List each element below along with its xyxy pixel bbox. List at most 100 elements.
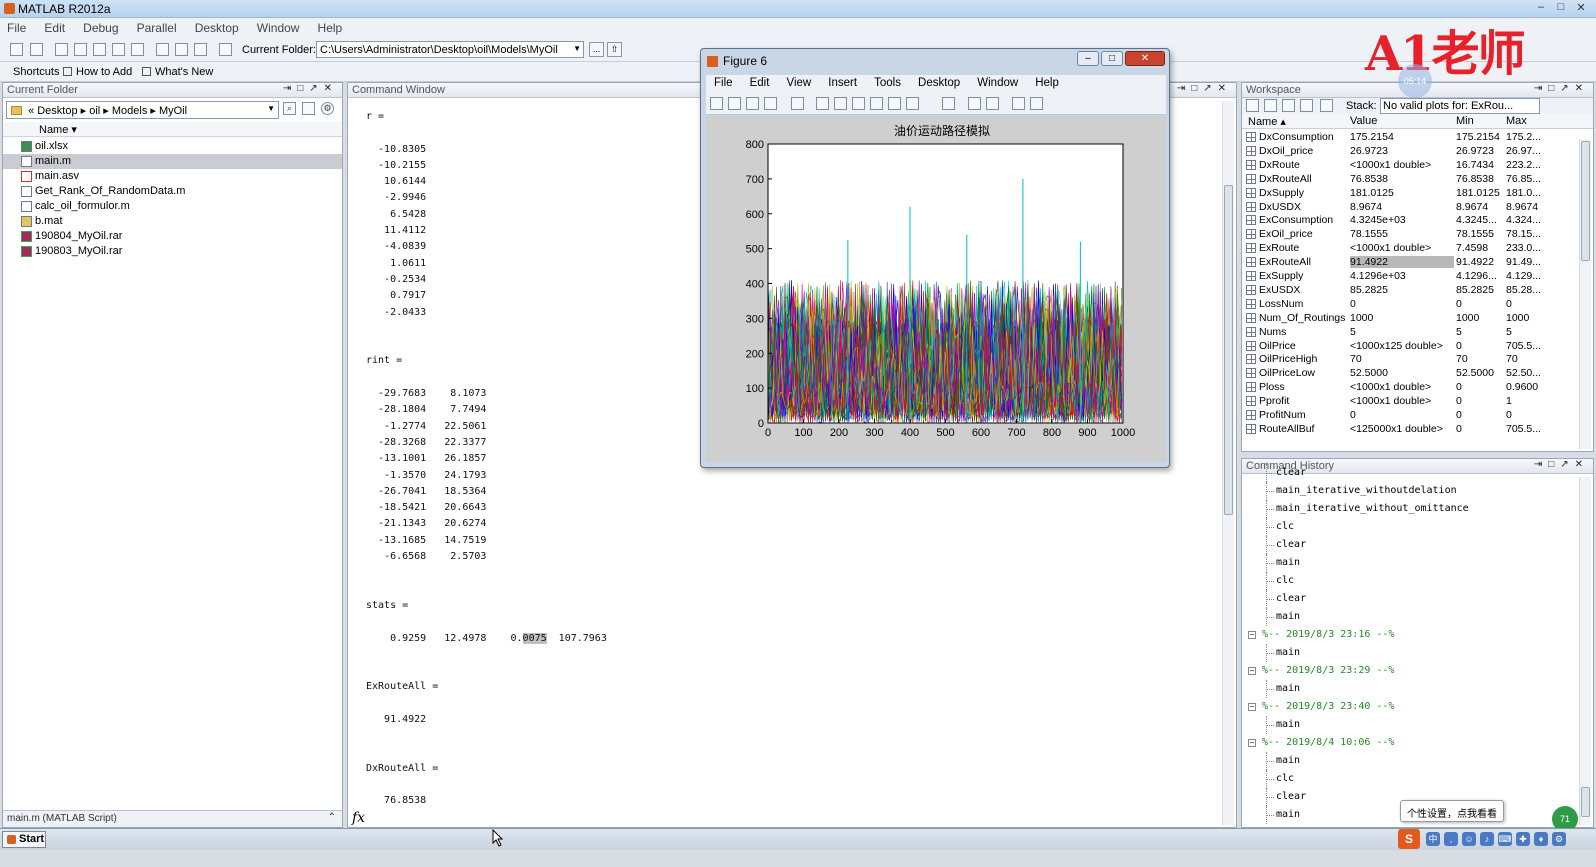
new-variable-icon[interactable] [1246,99,1259,112]
table-row[interactable]: Ploss <1000x1 double> 0 0.9600 [1242,380,1579,394]
history-item[interactable]: main_iterative_withoutdelation [1246,482,1579,500]
show-tools-icon[interactable] [1030,97,1043,110]
min-column-header[interactable]: Min [1456,115,1474,127]
maximize-button[interactable]: □ [1101,51,1123,66]
table-row[interactable]: DxUSDX 8.9674 8.9674 8.9674 [1242,200,1579,214]
ime-chinese-icon[interactable]: 中 [1426,832,1440,846]
sogou-ime-icon[interactable]: S [1398,829,1420,849]
figure-menu-window[interactable]: Window [969,75,1024,89]
table-row[interactable]: ExRoute <1000x1 double> 7.4598 233.0... [1242,241,1579,255]
scrollbar-thumb[interactable] [1581,787,1590,817]
history-item[interactable]: main [1246,680,1579,698]
table-row[interactable]: DxRouteAll 76.8538 76.8538 76.85... [1242,172,1579,186]
browse-folder-button[interactable]: ... [589,42,604,57]
history-item[interactable]: clc [1246,572,1579,590]
list-item[interactable]: 190803_MyOil.rar [3,244,342,259]
collapse-icon[interactable]: − [1248,703,1256,711]
skin-icon[interactable]: ♦ [1534,832,1548,846]
pointer-icon[interactable] [791,97,804,110]
brush-icon[interactable] [906,97,919,110]
collapse-icon[interactable]: − [1248,631,1256,639]
table-row[interactable]: LossNum 0 0 0 [1242,297,1579,311]
figure-menu-file[interactable]: File [706,75,739,89]
zoom-in-icon[interactable] [816,97,829,110]
panel-controls[interactable]: ⇥□↗✕ [283,83,338,94]
history-item[interactable]: clear [1246,590,1579,608]
search-icon[interactable]: ⌕ [283,102,296,115]
figure-menu-help[interactable]: Help [1027,75,1065,89]
oil-price-paths-chart[interactable]: 油价运动路径模拟 0 100 200 300 400 500 600 700 800 900 100… [706,116,1166,462]
vertical-scrollbar[interactable] [1222,101,1234,825]
table-row[interactable]: OilPrice <1000x125 double> 0 705.5... [1242,339,1579,353]
whats-new-link[interactable]: What's New [155,66,213,78]
table-row[interactable]: Nums 5 5 5 [1242,325,1579,339]
history-item[interactable]: clear [1246,464,1579,482]
new-figure-icon[interactable] [710,97,723,110]
history-session-header[interactable]: − %-- 2019/8/3 23:29 --% [1246,662,1579,680]
minimize-button[interactable]: – [1534,1,1548,14]
minimize-button[interactable]: – [1077,51,1099,66]
maximize-button[interactable]: □ [1554,1,1568,14]
list-item[interactable]: b.mat [3,214,342,229]
colorbar-icon[interactable] [968,97,981,110]
help-icon[interactable] [219,43,232,56]
table-row[interactable]: DxOil_price 26.9723 26.9723 26.97... [1242,144,1579,158]
table-row[interactable]: ExUSDX 85.2825 85.2825 85.28... [1242,283,1579,297]
link-plot-icon[interactable] [942,97,955,110]
legend-icon[interactable] [986,97,999,110]
collapse-icon[interactable]: − [1248,667,1256,675]
start-button[interactable]: Start [2,831,46,848]
gear-icon[interactable]: ⚙ [321,102,334,115]
table-row[interactable]: OilPriceLow 52.5000 52.5000 52.50... [1242,366,1579,380]
figure-menu-insert[interactable]: Insert [820,75,863,89]
microphone-icon[interactable]: ♪ [1480,832,1494,846]
profiler-icon[interactable] [194,43,207,56]
history-item[interactable]: main [1246,752,1579,770]
list-item[interactable]: calc_oil_formulor.m [3,199,342,214]
menu-help[interactable]: Help [311,18,351,35]
chevron-up-icon[interactable]: ⌃ [328,812,336,823]
plot-selector[interactable]: No valid plots for: ExRou... [1380,98,1540,114]
menu-edit[interactable]: Edit [37,18,73,35]
command-output[interactable]: r = -10.8305 -10.2155 10.6144 -2.9946 6.… [366,109,607,810]
list-item[interactable]: 190804_MyOil.rar [3,229,342,244]
scrollbar-thumb[interactable] [1224,185,1233,515]
list-item[interactable]: Get_Rank_Of_RandomData.m [3,184,342,199]
menu-window[interactable]: Window [250,18,308,35]
vertical-scrollbar[interactable] [1579,477,1591,825]
value-column-header[interactable]: Value [1350,115,1377,127]
function-browser-icon[interactable]: fx [352,810,365,826]
ime-tooltip[interactable]: 个性设置，点我看看 [1400,800,1504,822]
hide-tools-icon[interactable] [1012,97,1025,110]
history-item[interactable]: main_iterative_without_omittance [1246,500,1579,518]
figure-menu-edit[interactable]: Edit [742,75,776,89]
table-row[interactable]: ExRouteAll 91.4922 91.4922 91.49... [1242,255,1579,269]
pan-icon[interactable] [852,97,865,110]
data-cursor-icon[interactable] [888,97,901,110]
toolbox-icon[interactable]: ✚ [1516,832,1530,846]
list-item[interactable]: main.asv [3,169,342,184]
paste-icon[interactable] [93,43,106,56]
how-to-add-link[interactable]: How to Add [76,66,132,78]
chevron-down-icon[interactable]: ▼ [267,104,275,113]
close-button[interactable]: ✕ [1574,1,1588,14]
save-icon[interactable] [746,97,759,110]
panel-controls[interactable]: ⇥□↗✕ [1177,83,1232,94]
import-data-icon[interactable] [1282,99,1295,112]
figure-menu-view[interactable]: View [778,75,817,89]
table-row[interactable]: DxSupply 181.0125 181.0125 181.0... [1242,186,1579,200]
menu-parallel[interactable]: Parallel [130,18,185,35]
table-row[interactable]: Num_Of_Routings 1000 1000 1000 [1242,311,1579,325]
new-file-icon[interactable] [10,43,23,56]
panel-controls[interactable]: ⇥□↗✕ [1534,83,1589,94]
delete-variable-icon[interactable] [1320,99,1333,112]
open-variable-icon[interactable] [1264,99,1277,112]
up-folder-icon[interactable]: ⇧ [607,42,622,57]
history-item[interactable]: clc [1246,770,1579,788]
history-session-header[interactable]: − %-- 2019/8/3 23:16 --% [1246,626,1579,644]
history-item[interactable]: main [1246,716,1579,734]
cut-icon[interactable] [55,43,68,56]
max-column-header[interactable]: Max [1506,115,1527,127]
details-footer[interactable]: main.m (MATLAB Script) ⌃ [3,810,342,827]
settings-icon[interactable]: ⚙ [1552,832,1566,846]
